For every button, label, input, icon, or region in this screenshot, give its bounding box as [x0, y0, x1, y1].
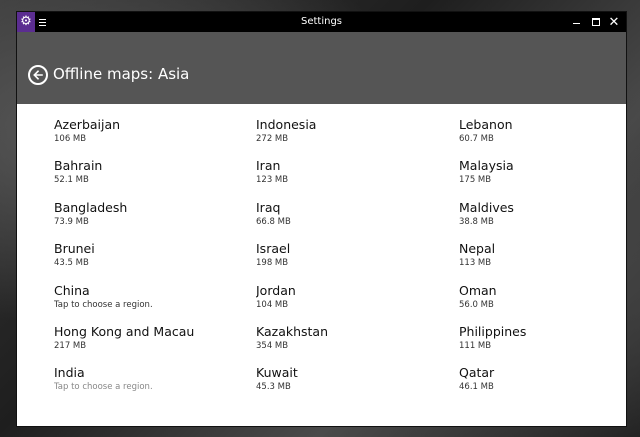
region-name: Iran [256, 158, 281, 174]
region-detail: 217 MB [54, 340, 87, 351]
back-button[interactable] [28, 65, 48, 85]
region-item[interactable]: Philippines 111 MB [459, 324, 619, 365]
region-detail: 175 MB [459, 175, 492, 186]
region-detail: 56.0 MB [459, 299, 494, 310]
region-name: Indonesia [256, 117, 317, 132]
region-detail: 272 MB [256, 134, 289, 144]
region-name: India [54, 365, 85, 381]
region-item[interactable]: Kuwait 45.3 MB [256, 365, 459, 406]
region-name: Israel [256, 241, 291, 257]
region-detail: 45.3 MB [256, 382, 291, 393]
minimize-button[interactable] [566, 12, 586, 32]
region-detail: 46.1 MB [459, 382, 494, 393]
region-detail: 354 MB [256, 340, 289, 351]
region-item[interactable]: Jordan 104 MB [256, 283, 459, 324]
region-detail: 38.8 MB [459, 216, 494, 227]
region-name: Brunei [54, 241, 95, 257]
region-detail: 73.9 MB [54, 216, 89, 227]
region-detail: 123 MB [256, 175, 289, 186]
region-detail: 111 MB [459, 340, 492, 351]
region-detail: Tap to choose a region. [54, 299, 153, 310]
region-name: Kazakhstan [256, 323, 329, 339]
region-name: Iraq [256, 199, 281, 215]
region-detail: 198 MB [256, 258, 289, 269]
region-name: Philippines [459, 323, 527, 339]
region-name: Jordan [256, 282, 296, 298]
region-item[interactable]: Nepal 113 MB [459, 241, 619, 282]
minimize-icon [572, 22, 580, 24]
region-item[interactable]: Hong Kong and Macau 217 MB [54, 324, 256, 365]
page-header: Offline maps: Asia [17, 32, 626, 104]
region-list: Azerbaijan 106 MB Indonesia 272 MB Lebanon 60… [54, 117, 619, 407]
region-name: Hong Kong and Macau [54, 323, 195, 339]
region-name: Bangladesh [54, 199, 128, 215]
region-detail: 43.5 MB [54, 258, 89, 269]
region-name: Bahrain [54, 158, 103, 174]
region-name: Qatar [459, 365, 495, 381]
region-name: Lebanon [459, 117, 513, 132]
region-detail: 52.1 MB [54, 175, 89, 186]
region-item[interactable]: Oman 56.0 MB [459, 283, 619, 324]
region-detail: 104 MB [256, 299, 289, 310]
back-arrow-icon [33, 70, 43, 80]
region-detail: 66.8 MB [256, 216, 291, 227]
region-item[interactable]: China Tap to choose a region. [54, 283, 256, 324]
maximize-icon [592, 18, 600, 26]
region-item[interactable]: Brunei 43.5 MB [54, 241, 256, 282]
region-item[interactable]: Maldives 38.8 MB [459, 200, 619, 241]
region-item[interactable]: Indonesia 272 MB [256, 117, 459, 158]
region-name: Nepal [459, 241, 496, 257]
title-bar: ⚙ Settings ✕ [17, 12, 626, 32]
region-item[interactable]: Kazakhstan 354 MB [256, 324, 459, 365]
region-item[interactable]: Malaysia 175 MB [459, 158, 619, 199]
region-detail: 113 MB [459, 258, 492, 269]
region-name: Oman [459, 282, 497, 298]
region-item[interactable]: Lebanon 60.7 MB [459, 117, 619, 158]
region-name: Maldives [459, 199, 514, 215]
close-icon: ✕ [608, 14, 620, 30]
window-title: Settings [300, 16, 342, 27]
region-detail: 60.7 MB [459, 134, 494, 144]
region-item[interactable]: Israel 198 MB [256, 241, 459, 282]
region-item[interactable]: Azerbaijan 106 MB [54, 117, 256, 158]
region-item[interactable]: Iran 123 MB [256, 158, 459, 199]
close-button[interactable]: ✕ [604, 12, 624, 32]
region-item[interactable]: India Tap to choose a region. [54, 365, 256, 406]
region-detail: 106 MB [54, 134, 87, 144]
region-name: China [54, 282, 90, 298]
region-item[interactable]: Bahrain 52.1 MB [54, 158, 256, 199]
region-name: Kuwait [256, 365, 298, 381]
region-item[interactable]: Qatar 46.1 MB [459, 365, 619, 406]
region-item[interactable]: Iraq 66.8 MB [256, 200, 459, 241]
maximize-button[interactable] [586, 12, 606, 32]
region-detail: Tap to choose a region. [54, 382, 153, 393]
region-item[interactable]: Bangladesh 73.9 MB [54, 200, 256, 241]
region-name: Malaysia [459, 158, 514, 174]
settings-window: ⚙ Settings ✕ Offline maps: Asia Azerbaij… [17, 12, 626, 426]
page-title: Offline maps: Asia [53, 65, 190, 83]
region-name: Azerbaijan [54, 117, 121, 132]
